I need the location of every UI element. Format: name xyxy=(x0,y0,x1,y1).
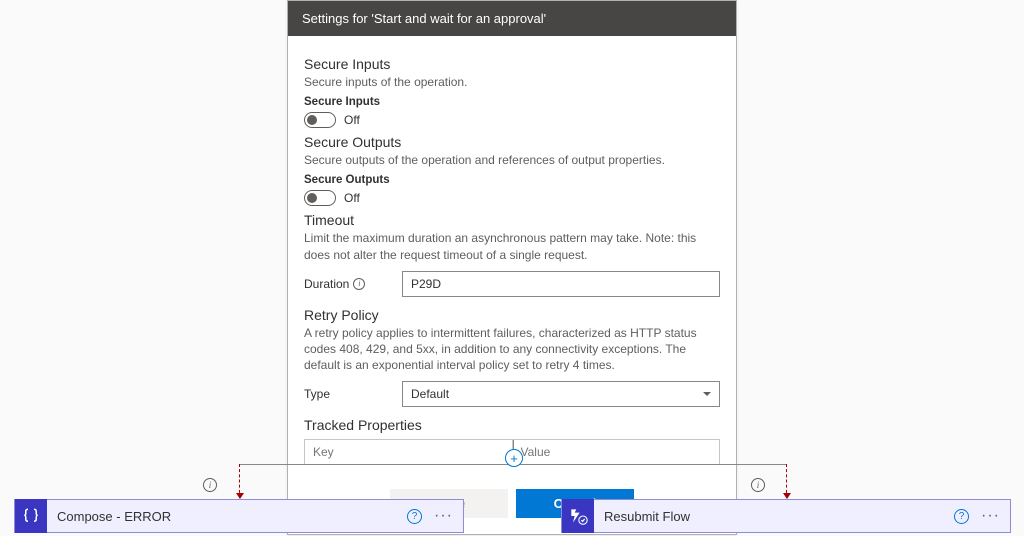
card-title: Compose - ERROR xyxy=(47,509,407,524)
add-step-button[interactable]: + xyxy=(505,449,523,467)
secure-outputs-toggle[interactable] xyxy=(304,190,336,206)
duration-input[interactable] xyxy=(402,271,720,297)
more-menu-button[interactable]: ··· xyxy=(981,508,1000,524)
tracked-value-input[interactable] xyxy=(512,439,721,465)
secure-outputs-label: Secure Outputs xyxy=(304,174,720,186)
error-arrow-right xyxy=(786,464,787,498)
secure-inputs-state: Off xyxy=(344,113,360,127)
retry-type-label: Type xyxy=(304,387,394,401)
tracked-heading: Tracked Properties xyxy=(304,417,720,433)
secure-inputs-desc: Secure inputs of the operation. xyxy=(304,74,720,90)
settings-header: Settings for 'Start and wait for an appr… xyxy=(288,1,736,36)
info-icon[interactable]: i xyxy=(203,478,217,492)
duration-label: Duration i xyxy=(304,277,394,291)
retry-type-label-text: Type xyxy=(304,387,330,401)
info-icon[interactable]: i xyxy=(353,278,365,290)
card-actions: ? ··· xyxy=(407,508,463,524)
timeout-desc: Limit the maximum duration an asynchrono… xyxy=(304,230,720,262)
braces-icon xyxy=(15,499,47,533)
retry-desc: A retry policy applies to intermittent f… xyxy=(304,325,720,374)
flow-resubmit-icon xyxy=(562,499,594,533)
info-icon[interactable]: i xyxy=(751,478,765,492)
secure-inputs-toggle[interactable] xyxy=(304,112,336,128)
secure-inputs-heading: Secure Inputs xyxy=(304,56,720,72)
retry-type-value: Default xyxy=(411,387,449,401)
secure-outputs-toggle-row: Off xyxy=(304,190,720,206)
secure-inputs-toggle-row: Off xyxy=(304,112,720,128)
more-menu-button[interactable]: ··· xyxy=(434,508,453,524)
resubmit-flow-card[interactable]: Resubmit Flow ? ··· xyxy=(561,499,1011,533)
help-icon[interactable]: ? xyxy=(407,509,422,524)
duration-row: Duration i xyxy=(304,271,720,297)
secure-outputs-desc: Secure outputs of the operation and refe… xyxy=(304,152,720,168)
settings-title: Settings for 'Start and wait for an appr… xyxy=(302,11,546,26)
card-actions: ? ··· xyxy=(954,508,1010,524)
duration-label-text: Duration xyxy=(304,277,349,291)
compose-error-card[interactable]: Compose - ERROR ? ··· xyxy=(14,499,464,533)
retry-type-row: Type Default xyxy=(304,381,720,407)
retry-heading: Retry Policy xyxy=(304,307,720,323)
secure-outputs-heading: Secure Outputs xyxy=(304,134,720,150)
tracked-key-input[interactable] xyxy=(304,439,512,465)
error-arrow-left xyxy=(239,464,240,498)
chevron-down-icon xyxy=(703,392,711,396)
retry-type-select[interactable]: Default xyxy=(402,381,720,407)
card-title: Resubmit Flow xyxy=(594,509,954,524)
help-icon[interactable]: ? xyxy=(954,509,969,524)
secure-inputs-label: Secure Inputs xyxy=(304,96,720,108)
timeout-heading: Timeout xyxy=(304,212,720,228)
secure-outputs-state: Off xyxy=(344,191,360,205)
